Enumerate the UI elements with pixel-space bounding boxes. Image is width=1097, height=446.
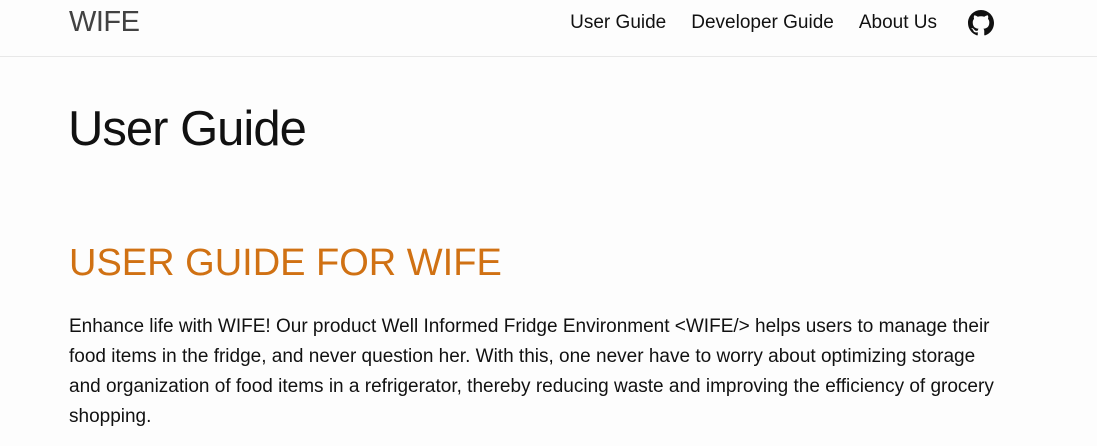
nav-link-about-us[interactable]: About Us: [859, 10, 937, 36]
intro-paragraph: Enhance life with WIFE! Our product Well…: [69, 316, 994, 427]
github-icon[interactable]: [968, 10, 994, 36]
section-heading: USER GUIDE FOR WIFE: [69, 242, 502, 284]
site-header: WIFE User Guide Developer Guide About Us: [0, 0, 1097, 57]
nav-link-developer-guide[interactable]: Developer Guide: [691, 10, 834, 36]
nav-link-user-guide[interactable]: User Guide: [570, 10, 666, 36]
page-title: User Guide: [68, 102, 307, 156]
site-title-link[interactable]: WIFE: [69, 4, 140, 40]
site-nav: User Guide Developer Guide About Us: [570, 10, 994, 36]
